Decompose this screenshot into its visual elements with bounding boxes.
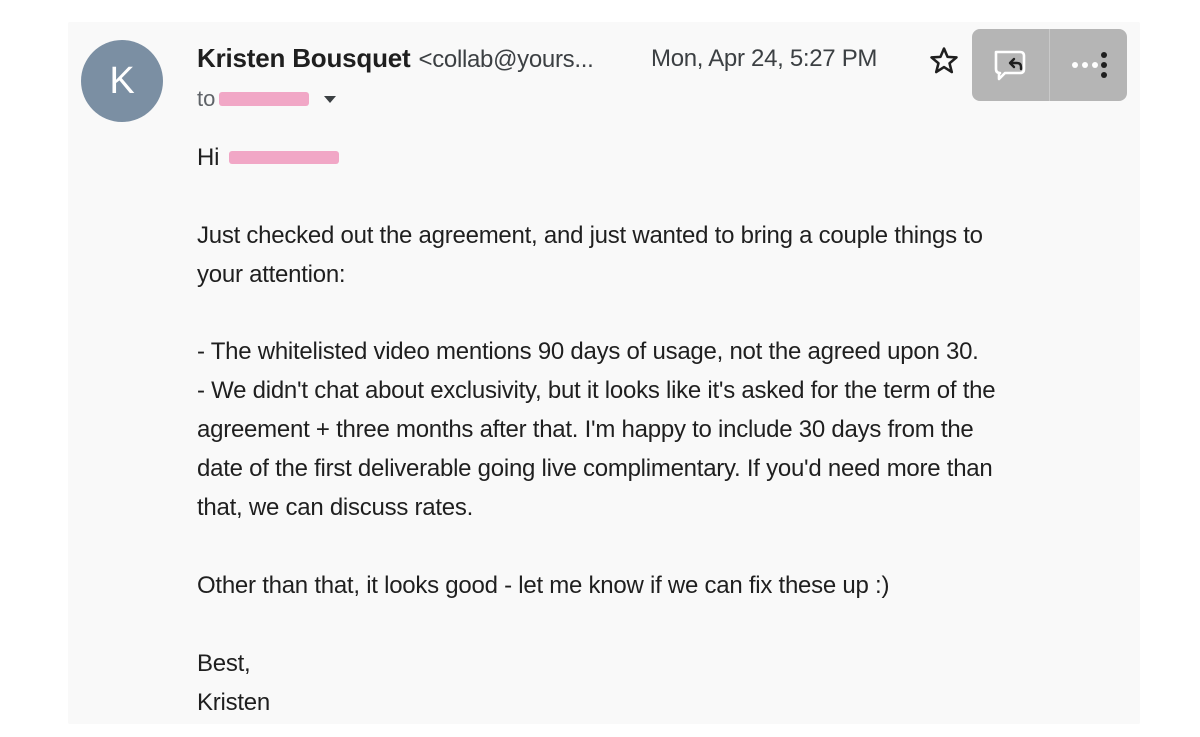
- reply-icon: [994, 50, 1025, 81]
- recipient-name-redacted: [219, 92, 310, 106]
- sender-name[interactable]: Kristen Bousquet: [197, 43, 411, 74]
- text-line: your attention:: [197, 261, 346, 288]
- text-line: date of the first deliverable going live…: [197, 455, 993, 482]
- greeting-text: Hi: [197, 144, 220, 171]
- text-line: agreement + three months after that. I'm…: [197, 416, 974, 443]
- more-options-button[interactable]: [1050, 29, 1127, 101]
- message-actions: [972, 29, 1127, 101]
- email-greeting: Hi: [197, 138, 1127, 177]
- signature-text: Kristen: [197, 689, 270, 716]
- greeting-name-redacted: [229, 151, 340, 164]
- avatar[interactable]: K: [81, 40, 163, 122]
- sender-header: Kristen Bousquet <collab@yours...: [197, 43, 594, 75]
- avatar-letter: K: [109, 59, 135, 102]
- more-vert-icon: [1071, 52, 1107, 78]
- text-line: - We didn't chat about exclusivity, but …: [197, 377, 996, 404]
- text-line: - The whitelisted video mentions 90 days…: [197, 338, 979, 365]
- star-icon[interactable]: [927, 44, 961, 78]
- email-paragraph-1: Just checked out the agreement, and just…: [197, 216, 1127, 294]
- email-bullet-list: - The whitelisted video mentions 90 days…: [197, 332, 1127, 527]
- email-paragraph-3: Other than that, it looks good - let me …: [197, 566, 1127, 605]
- reply-button[interactable]: [972, 29, 1050, 101]
- signoff-text: Best,: [197, 650, 251, 677]
- email-timestamp: Mon, Apr 24, 5:27 PM: [651, 45, 878, 72]
- text-line: Just checked out the agreement, and just…: [197, 222, 983, 249]
- text-line: Other than that, it looks good - let me …: [197, 572, 890, 599]
- chevron-down-icon[interactable]: [321, 93, 339, 105]
- to-label: to: [197, 86, 216, 111]
- text-line: that, we can discuss rates.: [197, 494, 474, 521]
- email-signoff: Best, Kristen: [197, 644, 1127, 722]
- recipient-row: to: [197, 86, 339, 112]
- sender-email[interactable]: <collab@yours...: [418, 46, 593, 74]
